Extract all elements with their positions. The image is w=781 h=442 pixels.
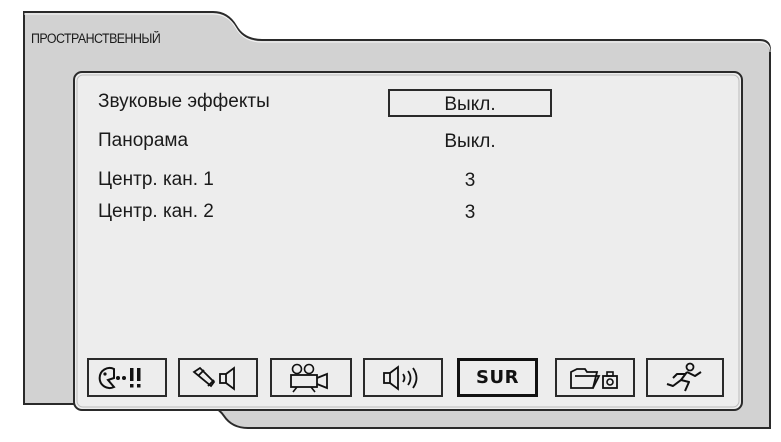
setting-label: Центр. кан. 1 [98,169,214,190]
tab-surround-label: SUR [476,367,519,388]
setting-value[interactable]: Выкл. [388,89,552,117]
tab-media[interactable] [555,358,635,397]
setting-row-sound-effects[interactable]: Звуковые эффекты Выкл. [98,89,578,119]
tab-surround[interactable]: SUR [457,358,538,397]
tab-speaker-setup[interactable] [178,358,258,397]
speaker-icon [383,364,418,391]
setting-label: Центр. кан. 2 [98,201,214,222]
setting-label: Панорама [98,130,189,151]
folder-camera-icon [570,367,618,389]
tab-video[interactable] [270,358,352,397]
panel-title: ПРОСТРАНСТВЕННЫЙ [31,31,161,46]
wrench-speaker-icon [192,365,235,391]
setting-row-center-ch-1[interactable]: Центр. кан. 1 3 [98,167,578,197]
tab-general[interactable] [87,358,167,397]
setting-row-panorama[interactable]: Панорама Выкл. [98,128,578,158]
setting-row-center-ch-2[interactable]: Центр. кан. 2 3 [98,199,578,229]
face-exclaim-icon [98,366,141,389]
setting-value[interactable]: 3 [388,167,552,195]
running-man-icon [666,362,702,391]
setting-value[interactable]: 3 [388,199,552,227]
setting-label: Звуковые эффекты [98,91,270,112]
camera-icon [290,363,328,392]
setting-value[interactable]: Выкл. [388,128,552,156]
tab-exit[interactable] [646,358,724,397]
tab-audio[interactable] [363,358,443,397]
